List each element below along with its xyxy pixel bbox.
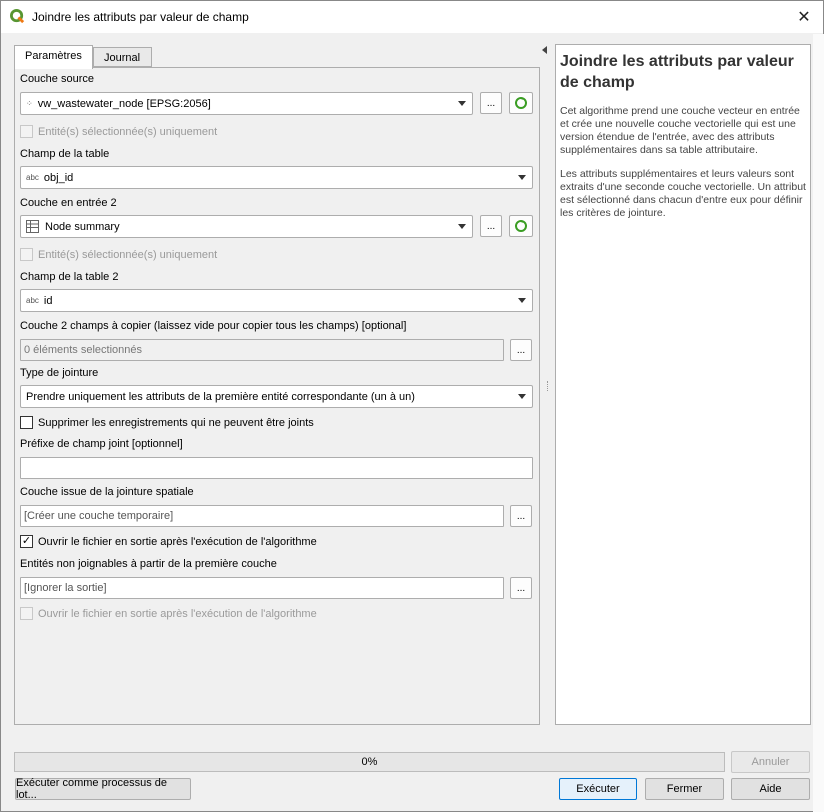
cancel-button[interactable]: Annuler	[731, 751, 810, 773]
title-bar: Joindre les attributs par valeur de cham…	[1, 1, 823, 33]
input-layer2-browse-button[interactable]: ...	[480, 215, 502, 237]
table-field2-combo[interactable]: abc id	[20, 289, 533, 312]
checkbox-box	[20, 416, 33, 429]
join-type-label: Type de jointure	[20, 367, 99, 379]
table-field-label: Champ de la table	[20, 148, 110, 160]
progress-bar: 0%	[14, 752, 725, 772]
help-paragraph-2: Les attributs supplémentaires et leurs v…	[560, 168, 806, 219]
source-layer-browse-button[interactable]: ...	[480, 92, 502, 114]
text-field-icon: abc	[26, 173, 39, 182]
combo-value: Prendre uniquement les attributs de la p…	[26, 390, 415, 403]
checkbox-label: Entité(s) sélectionnée(s) uniquement	[38, 248, 218, 261]
progress-text: 0%	[361, 756, 378, 768]
checkbox-box	[20, 125, 33, 138]
tab-label: Paramètres	[25, 50, 82, 62]
unjoinable-label: Entités non joignables à partir de la pr…	[20, 558, 277, 570]
output-layer-input[interactable]: [Créer une couche temporaire]	[20, 505, 504, 527]
help-panel: Joindre les attributs par valeur de cham…	[555, 44, 811, 725]
input-layer2-combo[interactable]: Node summary	[20, 215, 473, 238]
chevron-down-icon	[518, 298, 526, 303]
checkbox-label: Ouvrir le fichier en sortie après l'exéc…	[38, 535, 317, 548]
combo-value: obj_id	[43, 171, 74, 184]
collapse-panel-icon[interactable]	[542, 46, 547, 54]
tab-parameters[interactable]: Paramètres	[14, 45, 93, 69]
open-output-checkbox-2[interactable]: Ouvrir le fichier en sortie après l'exéc…	[20, 607, 317, 620]
close-button[interactable]: Fermer	[645, 778, 724, 800]
table-layer-icon	[26, 220, 39, 233]
dialog-window: Joindre les attributs par valeur de cham…	[0, 0, 824, 812]
window-title: Joindre les attributs par valeur de cham…	[32, 10, 249, 24]
join-type-combo[interactable]: Prendre uniquement les attributs de la p…	[20, 385, 533, 408]
combo-value: id	[43, 294, 53, 307]
close-icon[interactable]: ✕	[793, 6, 815, 28]
open-output-checkbox-1[interactable]: ✓ Ouvrir le fichier en sortie après l'ex…	[20, 535, 317, 548]
refresh-icon	[515, 97, 527, 109]
text-field-icon: abc	[26, 296, 39, 305]
fields-to-copy-field: 0 éléments selectionnés	[20, 339, 504, 361]
run-button[interactable]: Exécuter	[559, 778, 637, 800]
chevron-down-icon	[458, 101, 466, 106]
selected-only-checkbox-2[interactable]: Entité(s) sélectionnée(s) uniquement	[20, 248, 217, 261]
chevron-down-icon	[518, 175, 526, 180]
unjoinable-output-input[interactable]: [Ignorer la sortie]	[20, 577, 504, 599]
qgis-logo-icon	[10, 9, 25, 24]
batch-process-button[interactable]: Exécuter comme processus de lot...	[15, 777, 191, 801]
checkbox-box	[20, 607, 33, 620]
help-button[interactable]: Aide	[731, 778, 810, 800]
help-paragraph-1: Cet algorithme prend une couche vecteur …	[560, 105, 800, 156]
fields-to-copy-browse-button[interactable]: ...	[510, 339, 532, 361]
chevron-down-icon	[458, 224, 466, 229]
chevron-down-icon	[518, 394, 526, 399]
tab-log[interactable]: Journal	[93, 47, 152, 67]
refresh-icon	[515, 220, 527, 232]
combo-value: vw_wastewater_node [EPSG:2056]	[37, 97, 211, 110]
unjoinable-browse-button[interactable]: ...	[510, 577, 532, 599]
tab-label: Journal	[104, 52, 141, 64]
checkbox-label: Entité(s) sélectionnée(s) uniquement	[38, 125, 218, 138]
fields-to-copy-label: Couche 2 champs à copier (laissez vide p…	[20, 320, 407, 332]
table-field2-label: Champ de la table 2	[20, 271, 119, 283]
checkbox-label: Ouvrir le fichier en sortie après l'exéc…	[38, 607, 317, 620]
table-field-combo[interactable]: abc obj_id	[20, 166, 533, 189]
prefix-label: Préfixe de champ joint [optionnel]	[20, 438, 183, 450]
help-title: Joindre les attributs par valeur de cham…	[560, 53, 794, 91]
checkmark-icon: ✓	[20, 535, 33, 548]
splitter-handle[interactable]	[547, 381, 549, 391]
combo-value: Node summary	[45, 220, 120, 233]
background-window-strip	[813, 34, 824, 812]
input-layer2-label: Couche en entrée 2	[20, 197, 117, 209]
output-layer-label: Couche issue de la jointure spatiale	[20, 486, 194, 498]
checkbox-box	[20, 248, 33, 261]
checkbox-label: Supprimer les enregistrements qui ne peu…	[38, 416, 314, 429]
point-layer-icon: ⁘	[26, 99, 33, 108]
prefix-input[interactable]	[20, 457, 533, 479]
selected-only-checkbox-1[interactable]: Entité(s) sélectionnée(s) uniquement	[20, 125, 217, 138]
source-layer-label: Couche source	[20, 73, 94, 85]
discard-records-checkbox[interactable]: Supprimer les enregistrements qui ne peu…	[20, 416, 314, 429]
source-layer-combo[interactable]: ⁘ vw_wastewater_node [EPSG:2056]	[20, 92, 473, 115]
output-layer-browse-button[interactable]: ...	[510, 505, 532, 527]
iterate-icon[interactable]	[509, 92, 533, 114]
iterate-icon[interactable]	[509, 215, 533, 237]
